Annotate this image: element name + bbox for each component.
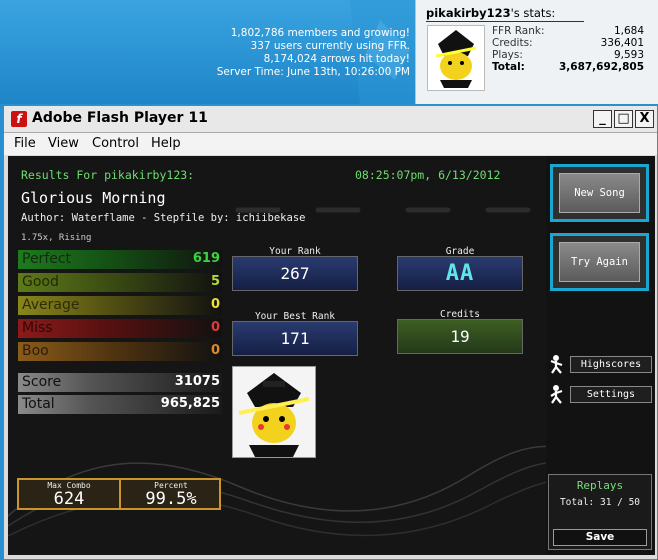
menu-bar: File View Control Help [4,133,657,155]
website-background: 1,802,786 members and growing! 337 users… [0,0,658,104]
flash-app-icon: f [11,111,27,127]
score-value: 31075 [174,374,220,389]
user-stats-list: FFR Rank: 1,684 Credits: 336,401 Plays: 9,5… [492,25,644,73]
close-button[interactable]: X [635,110,654,128]
minimize-button[interactable]: _ [593,110,612,128]
try-again-button[interactable]: Try Again [550,233,649,291]
judge-perfect: Perfect 619 [18,250,222,269]
settings-button[interactable]: Settings [548,384,652,404]
users-online: 337 users currently using FFR. [250,40,410,52]
replays-panel: Replays Total: 31 / 50 Save [548,474,652,550]
judge-good: Good 5 [18,273,222,292]
max-combo: Max Combo 624 [19,480,119,508]
best-rank-box: 171 [232,321,358,356]
replays-total: Total: 31 / 50 [559,497,641,508]
result-timestamp: 08:25:07pm, 6/13/2012 [355,168,501,182]
stat-row-plays: Plays: 9,593 [492,49,644,61]
replays-title: Replays [576,479,624,492]
max-combo-value: 624 [53,489,85,509]
total-row: Total 965,825 [18,395,222,414]
menu-file[interactable]: File [14,136,36,151]
user-avatar[interactable] [427,25,485,91]
your-rank-box: 267 [232,256,358,291]
judge-boo: Boo 0 [18,342,222,361]
song-title: Glorious Morning [21,189,166,207]
results-header: Results For pikakirby123: [21,168,195,182]
save-replay-button[interactable]: Save [553,529,647,546]
window-title: Adobe Flash Player 11 [32,110,208,126]
percent: Percent 99.5% [121,480,221,508]
new-song-button[interactable]: New Song [550,164,649,222]
flash-player-window: f Adobe Flash Player 11 _ □ X File View … [3,105,658,560]
stickfigure-icon [550,355,563,374]
game-results-screen: Results For pikakirby123: 08:25:07pm, 6/… [8,156,655,555]
judge-miss: Miss 0 [18,319,222,338]
stat-row-rank: FFR Rank: 1,684 [492,25,644,37]
speed-modifiers: 1.75x, Rising [21,233,92,243]
stat-row-total: Total: 3,687,692,805 [492,61,644,73]
site-stats: 1,802,786 members and growing! 337 users… [217,27,410,79]
total-value: 965,825 [160,396,220,411]
server-time: Server Time: June 13th, 10:26:00 PM [216,66,410,78]
player-avatar [232,366,316,458]
credits-box: 19 [397,319,523,354]
user-stats-panel: pikakirby123's stats: FFR Rank: 1,684 Cre… [415,0,658,104]
combo-percent-box: Max Combo 624 Percent 99.5% [17,478,221,510]
highscores-button[interactable]: Highscores [548,354,652,374]
judge-average: Average 0 [18,296,222,315]
percent-value: 99.5% [145,489,197,509]
grade-value: AA [445,261,475,286]
menu-control[interactable]: Control [92,136,139,151]
stickfigure-icon [550,385,563,404]
grade-box: AA [397,256,523,291]
stat-row-credits: Credits: 336,401 [492,37,644,49]
results-sidebar: New Song Try Again Highscores Settings R… [546,156,655,555]
username-link[interactable]: pikakirby123 [426,6,511,20]
arrows-today: 8,174,024 arrows hit today! [263,53,410,65]
maximize-button[interactable]: □ [614,110,633,128]
menu-help[interactable]: Help [151,136,181,151]
members-count: 1,802,786 members and growing! [230,27,410,39]
user-stats-title: pikakirby123's stats: [426,6,584,22]
author-line: Author: Waterflame - Stepfile by: ichiib… [21,212,306,224]
window-titlebar[interactable]: f Adobe Flash Player 11 _ □ X [4,106,657,133]
score-row: Score 31075 [18,373,222,392]
menu-view[interactable]: View [48,136,79,151]
